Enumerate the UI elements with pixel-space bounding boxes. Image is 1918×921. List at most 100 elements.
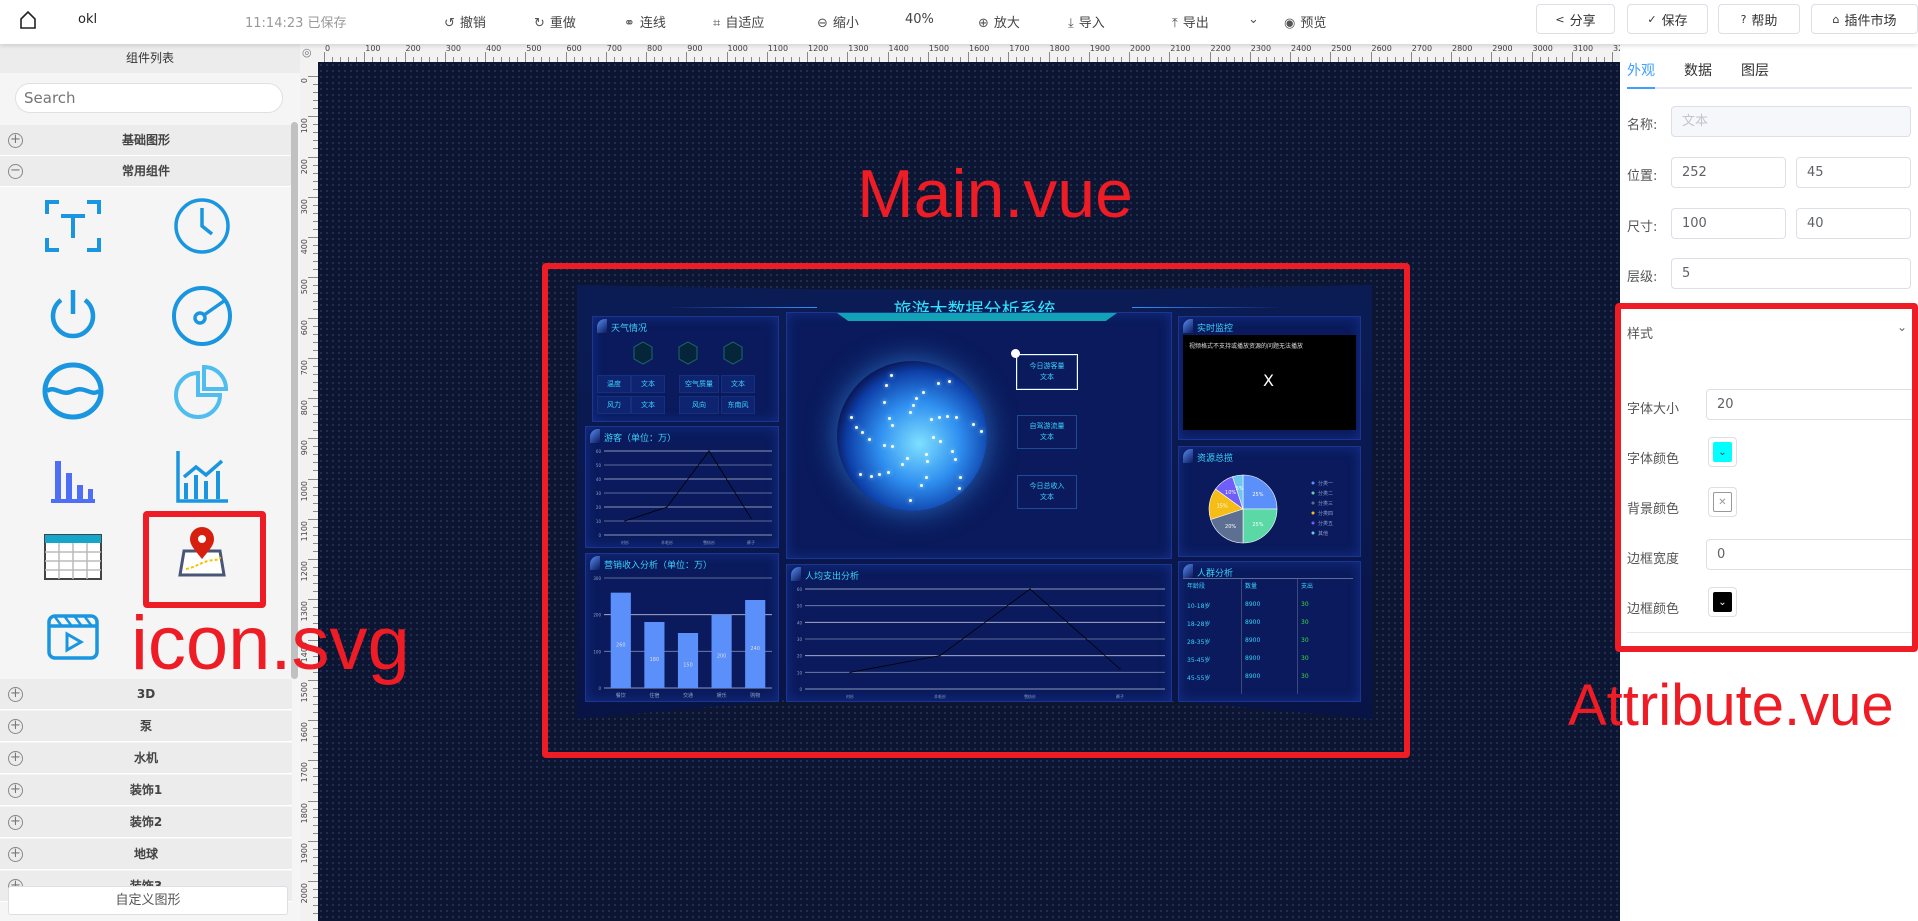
ruler-tick — [308, 438, 318, 440]
wave-icon[interactable] — [41, 359, 105, 423]
height-field[interactable]: 40 — [1796, 208, 1911, 239]
gauge-icon[interactable] — [170, 282, 234, 346]
ruler-label: 500 — [300, 279, 309, 295]
home-icon[interactable] — [18, 10, 38, 30]
tab-data[interactable]: 数据 — [1684, 60, 1712, 80]
clock-icon[interactable] — [170, 194, 234, 258]
ruler-label: 400 — [486, 44, 502, 53]
group-item[interactable]: + 装饰2 — [0, 807, 292, 838]
expand-icon[interactable]: + — [8, 847, 23, 862]
tabs-divider — [1627, 87, 1912, 89]
ruler-label: 1100 — [767, 44, 789, 53]
redo-icon: ↻ — [534, 16, 545, 31]
toolbar-label: 自适应 — [725, 16, 765, 31]
custom-shape-button[interactable]: 自定义图形 — [8, 886, 288, 915]
ruler-tick — [1088, 52, 1090, 62]
search-input[interactable] — [15, 83, 283, 113]
ruler-label: 3000 — [1532, 44, 1553, 53]
toolbar-export[interactable]: ⤒ 导出 — [1172, 12, 1209, 31]
save-status: 11:14:23 已保存 — [245, 16, 347, 31]
ruler-tick — [1451, 52, 1452, 62]
zoom-in-icon: ⊕ — [978, 16, 989, 31]
attribute-vue-highlight — [1615, 303, 1918, 652]
toolbar-label: 预览 — [1300, 16, 1327, 31]
help-button[interactable]: ? 帮助 — [1718, 4, 1800, 34]
ruler-label: 200 — [405, 44, 421, 53]
ruler-label: 1800 — [1049, 44, 1070, 53]
group-common[interactable]: − 常用组件 — [0, 156, 292, 187]
expand-icon[interactable]: + — [8, 719, 23, 734]
table-icon[interactable] — [41, 525, 105, 589]
width-field[interactable]: 100 — [1671, 208, 1786, 239]
toolbar-crop[interactable]: ⌗ 自适应 — [713, 12, 764, 31]
store-button[interactable]: ⌂ 插件市场 — [1811, 4, 1918, 34]
ruler-tick — [308, 881, 318, 882]
ruler-label: 700 — [606, 44, 623, 53]
line-bar-chart-icon[interactable] — [170, 445, 234, 509]
ruler-label: 1000 — [300, 480, 309, 501]
ruler-tick — [308, 156, 318, 158]
group-label: 泵 — [139, 719, 152, 733]
ruler-label: 1900 — [1089, 44, 1111, 53]
ruler-label: 1100 — [300, 520, 309, 542]
eye-icon: ◉ — [1284, 16, 1296, 31]
group-item[interactable]: + 泵 — [0, 711, 292, 742]
expand-icon[interactable]: + — [8, 783, 23, 798]
group-label: 装饰1 — [129, 783, 163, 797]
ruler-tick — [308, 357, 318, 359]
name-field[interactable]: 文本 — [1671, 106, 1911, 137]
ruler-tick — [308, 76, 318, 77]
expand-icon[interactable]: + — [8, 687, 23, 702]
ruler-label: 1000 — [727, 44, 748, 53]
ruler-label: 800 — [300, 400, 309, 416]
ruler-label: 200 — [300, 158, 309, 174]
toolbar-undo[interactable]: ↺ 撤销 — [444, 12, 486, 31]
tab-layers[interactable]: 图层 — [1741, 60, 1769, 80]
text-icon[interactable] — [41, 194, 105, 258]
link-icon: ⚭ — [624, 16, 635, 31]
level-label: 层级: — [1627, 270, 1658, 285]
tab-appearance[interactable]: 外观 — [1627, 60, 1655, 80]
group-item[interactable]: + 水机 — [0, 743, 292, 774]
ruler-label: 1500 — [928, 44, 950, 53]
ruler-tick — [887, 52, 889, 62]
toolbar-redo[interactable]: ↻ 重做 — [534, 12, 576, 31]
toolbar-eye[interactable]: ◉ 预览 — [1284, 12, 1326, 31]
ruler-tick — [308, 478, 318, 480]
collapse-icon[interactable]: − — [8, 164, 23, 179]
ruler-label: 1200 — [300, 561, 309, 582]
toolbar-chevron-down[interactable]: ⌄ — [1248, 12, 1264, 27]
power-icon[interactable] — [41, 282, 105, 346]
expand-icon[interactable]: + — [8, 815, 23, 830]
toolbar-link[interactable]: ⚭ 连线 — [624, 12, 666, 31]
share-button[interactable]: < 分享 — [1536, 4, 1615, 34]
eye-icon[interactable]: ◎ — [302, 46, 312, 59]
pie-chart-icon[interactable] — [170, 359, 234, 423]
check-circle-button[interactable]: ✓ 保存 — [1627, 4, 1708, 34]
toolbar-zoom-out[interactable]: ⊖ 缩小 — [817, 12, 859, 31]
ruler-tick — [308, 398, 318, 399]
ruler-tick — [525, 52, 527, 62]
level-field[interactable]: 5 — [1671, 258, 1911, 289]
video-icon[interactable] — [41, 604, 105, 668]
position-label: 位置: — [1627, 169, 1658, 184]
bar-chart-icon[interactable] — [41, 445, 105, 509]
project-title: okl — [78, 12, 98, 27]
group-item[interactable]: + 地球 — [0, 839, 292, 870]
ruler-label: 1300 — [848, 44, 869, 53]
ruler-tick — [646, 52, 647, 62]
ruler-label: 2600 — [1371, 44, 1392, 53]
toolbar-zoom-in[interactable]: ⊕ 放大 — [978, 12, 1020, 31]
toolbar-import[interactable]: ⤓ 导入 — [1068, 12, 1105, 31]
ruler-tick — [1531, 52, 1533, 62]
expand-icon[interactable]: + — [8, 133, 23, 148]
ruler-label: 1800 — [300, 802, 309, 823]
position-x-field[interactable]: 252 — [1671, 157, 1786, 188]
sidebar-scrollbar[interactable] — [291, 122, 298, 679]
group-item[interactable]: + 装饰1 — [0, 775, 292, 806]
ruler-label: 1600 — [969, 44, 990, 53]
expand-icon[interactable]: + — [8, 751, 23, 766]
position-y-field[interactable]: 45 — [1796, 157, 1911, 188]
group-basic[interactable]: + 基础图形 — [0, 125, 292, 156]
toolbar-label: 连线 — [639, 16, 666, 31]
